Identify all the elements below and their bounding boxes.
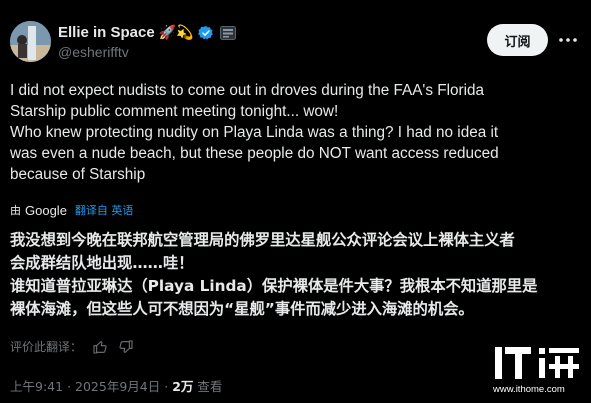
translated-text-line: 我没想到今晚在联邦航空管理局的佛罗里达星舰公众评论会议上裸体主义者 [10,231,515,249]
author-handle[interactable]: @esherifftv [58,44,129,60]
translation-attribution: 由 Google 翻译自 英语 [10,202,133,218]
ithome-logo-icon [495,347,579,379]
author-emojis: 🚀💫 [158,24,194,41]
translated-text: 我没想到今晚在联邦航空管理局的佛罗里达星舰公众评论会议上裸体主义者 会成群结队地… [10,229,585,321]
tweet-text: I did not expect nudists to come out in … [10,80,585,185]
views-label: 查看 [197,379,223,394]
translated-by-label: 由 [10,204,21,217]
meta-separator: · [67,379,72,394]
meta-separator: · [164,379,169,394]
avatar-image [10,21,51,62]
translated-text-line: 裸体海滩，但这些人可不想因为“星舰”事件而减少进入海滩的机会。 [10,300,474,318]
tweet-text-line: Starship public comment meeting tonight.… [10,103,339,120]
tweet-text-line: I did not expect nudists to come out in … [10,82,484,99]
tweet-text-line: Who knew protecting nudity on Playa Lind… [10,124,499,141]
views-count: 2万 [172,379,194,394]
translated-from-link[interactable]: 翻译自 英语 [75,202,134,218]
tweet-date[interactable]: 2025年9月4日 [75,379,160,394]
verified-badge-icon[interactable] [197,25,214,41]
subscribe-button[interactable]: 订阅 [487,24,548,56]
tweet-meta: 上午9:41 · 2025年9月4日 · 2万 查看 [10,376,222,395]
google-logo: Google [25,202,67,218]
tweet-text-line: was even a nude beach, but these people … [10,145,499,162]
tweet-text-line: because of Starship [10,166,146,183]
rate-translation-label: 评价此翻译： [10,340,83,354]
ithome-watermark: www.ithome.com [489,344,585,400]
thumbs-down-icon[interactable] [118,339,134,355]
watermark-url: www.ithome.com [493,384,565,395]
avatar[interactable] [10,21,51,62]
tweet-time[interactable]: 上午9:41 [10,379,63,394]
more-options-icon[interactable] [557,30,579,50]
translated-text-line: 谁知道普拉亚琳达（Playa Linda）保护裸体是件大事？我根本不知道那里是 [10,277,538,295]
affiliate-badge-icon[interactable] [219,25,236,40]
author-display-name[interactable]: Ellie in Space [58,24,155,41]
rate-translation-row: 评价此翻译： [10,338,134,355]
translated-text-line: 会成群结队地出现……哇！ [10,254,194,272]
thumbs-up-icon[interactable] [92,339,108,355]
author-name-row: Ellie in Space 🚀💫 [58,24,236,41]
